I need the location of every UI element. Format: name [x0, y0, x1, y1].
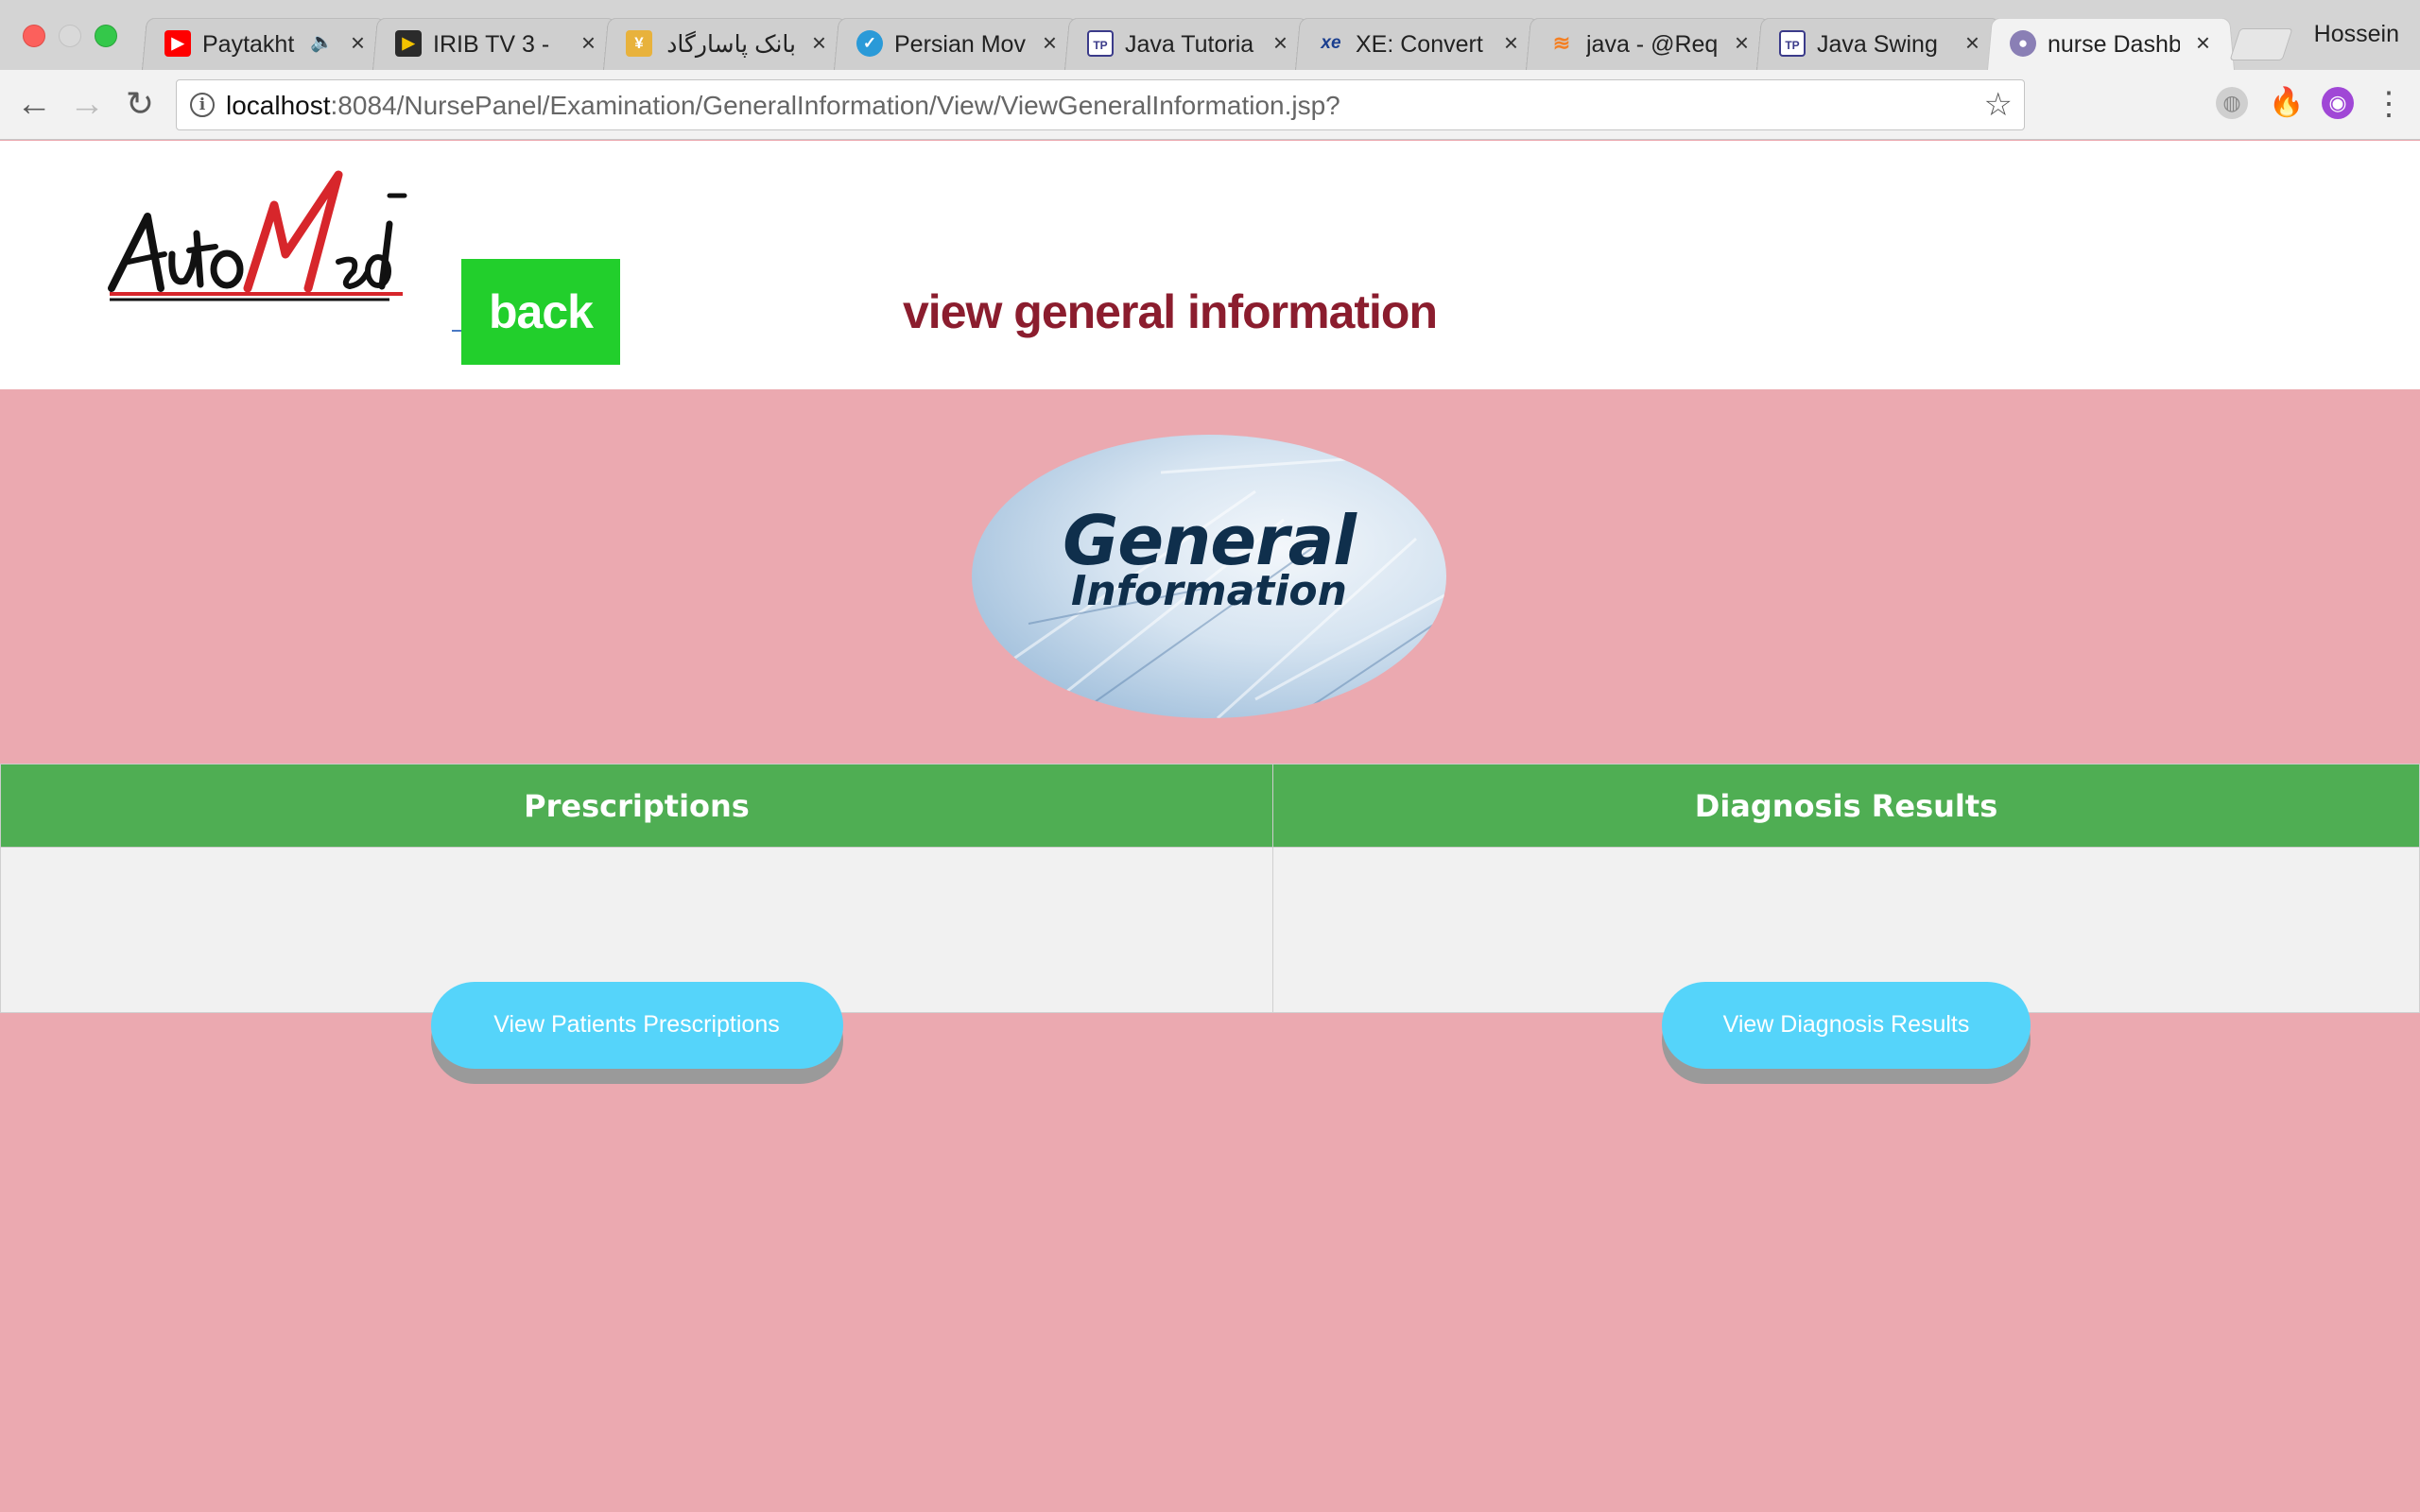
url-host: localhost — [226, 91, 331, 120]
tab-title: بانک پاسارگاد :: — [664, 31, 796, 58]
browser-tab[interactable]: ¥ بانک پاسارگاد :: × — [603, 15, 851, 70]
bank-icon: ¥ — [626, 30, 652, 57]
browser-tab[interactable]: ▶ IRIB TV 3 - × — [372, 15, 620, 70]
close-icon[interactable]: × — [1043, 28, 1057, 57]
diagnosis-results-cell: View Diagnosis Results — [1272, 847, 2420, 1069]
banner-subtitle: Information — [1071, 567, 1347, 615]
tab-title: Java Swing — [1817, 31, 1938, 58]
window-maximize-button[interactable] — [95, 25, 117, 47]
back-button[interactable]: back — [461, 259, 620, 365]
table-row: View Patients Prescriptions View Diagnos… — [0, 847, 2420, 1069]
general-information-table: Prescriptions Diagnosis Results View Pat… — [0, 764, 2420, 1069]
window-minimize-button[interactable] — [59, 25, 81, 47]
prescriptions-cell: View Patients Prescriptions — [0, 847, 1273, 1069]
profile-name[interactable]: Hossein — [2314, 21, 2399, 48]
extension-globe-icon[interactable]: ◍ — [2216, 87, 2248, 119]
tab-title: XE: Convert — [1356, 31, 1483, 58]
close-icon[interactable]: × — [351, 28, 365, 57]
browser-tab[interactable]: TP Java Swing × — [1756, 15, 2004, 70]
diagnosis-results-header: Diagnosis Results — [1272, 764, 2420, 848]
browser-tab-bar: ▶ Paytakht 🔈 × ▶ IRIB TV 3 - × ¥ بانک پا… — [0, 0, 2420, 70]
youtube-icon: ▶ — [164, 30, 191, 57]
close-icon[interactable]: × — [581, 28, 596, 57]
view-patients-prescriptions-button[interactable]: View Patients Prescriptions — [430, 982, 843, 1069]
tutorial-icon: TP — [1779, 30, 1806, 57]
browser-tab[interactable]: ≋ java - @Req × — [1526, 15, 1773, 70]
stackoverflow-icon: ≋ — [1552, 31, 1571, 55]
info-icon[interactable]: i — [190, 93, 215, 117]
tab-title: IRIB TV 3 - — [433, 31, 550, 58]
address-bar[interactable]: i localhost:8084/NursePanel/Examination/… — [176, 79, 2025, 130]
reload-icon[interactable]: ↻ — [119, 83, 161, 125]
close-icon[interactable]: × — [1965, 28, 1979, 57]
close-icon[interactable]: × — [1735, 28, 1749, 57]
page-title: view general information — [903, 285, 1438, 338]
browser-menu-icon[interactable]: ⋮ — [2373, 85, 2405, 123]
tab-title: Persian Mov — [894, 31, 1026, 58]
browser-tab[interactable]: xe XE: Convert × — [1295, 15, 1543, 70]
tab-title: Java Tutoria — [1125, 31, 1254, 58]
new-tab-button[interactable] — [2229, 28, 2293, 60]
extension-fire-icon[interactable]: 🔥 — [2269, 87, 2304, 119]
globe-icon: ✓ — [856, 30, 883, 57]
table-header-row: Prescriptions Diagnosis Results — [0, 764, 2420, 848]
browser-toolbar: ← → ↻ i localhost:8084/NursePanel/Examin… — [0, 70, 2420, 140]
automed-logo — [108, 170, 407, 301]
extension-vpn-icon[interactable]: ◉ — [2322, 87, 2354, 119]
tab-title: java - @Req — [1586, 31, 1719, 58]
url-path: :8084/NursePanel/Examination/GeneralInfo… — [330, 91, 1340, 120]
speaker-icon[interactable]: 🔈 — [310, 28, 334, 57]
url-text[interactable]: localhost:8084/NursePanel/Examination/Ge… — [226, 90, 1340, 122]
close-icon[interactable]: × — [1273, 28, 1288, 57]
page-header: back view general information — [0, 141, 2420, 389]
window-close-button[interactable] — [23, 25, 45, 47]
back-arrow-icon[interactable]: ← — [13, 83, 55, 125]
browser-tab[interactable]: ✓ Persian Mov × — [834, 15, 1081, 70]
forward-arrow-icon[interactable]: → — [66, 83, 108, 125]
avatar-icon: ● — [2010, 30, 2036, 57]
bookmark-star-icon[interactable]: ☆ — [1984, 86, 2013, 124]
view-diagnosis-results-button[interactable]: View Diagnosis Results — [1662, 982, 2031, 1069]
browser-tab-active[interactable]: ● nurse Dashb × — [1987, 15, 2235, 70]
tutorial-icon: TP — [1087, 30, 1114, 57]
play-icon: ▶ — [395, 30, 422, 57]
browser-tab[interactable]: TP Java Tutoria × — [1064, 15, 1312, 70]
close-icon[interactable]: × — [812, 28, 826, 57]
browser-tab[interactable]: ▶ Paytakht 🔈 × — [142, 15, 389, 70]
close-icon[interactable]: × — [2196, 28, 2210, 57]
tab-title: nurse Dashb — [2048, 31, 2180, 58]
prescriptions-header: Prescriptions — [0, 764, 1273, 848]
xe-icon: xe — [1321, 33, 1341, 53]
close-icon[interactable]: × — [1504, 28, 1518, 57]
general-information-banner: General Information — [972, 435, 1446, 718]
